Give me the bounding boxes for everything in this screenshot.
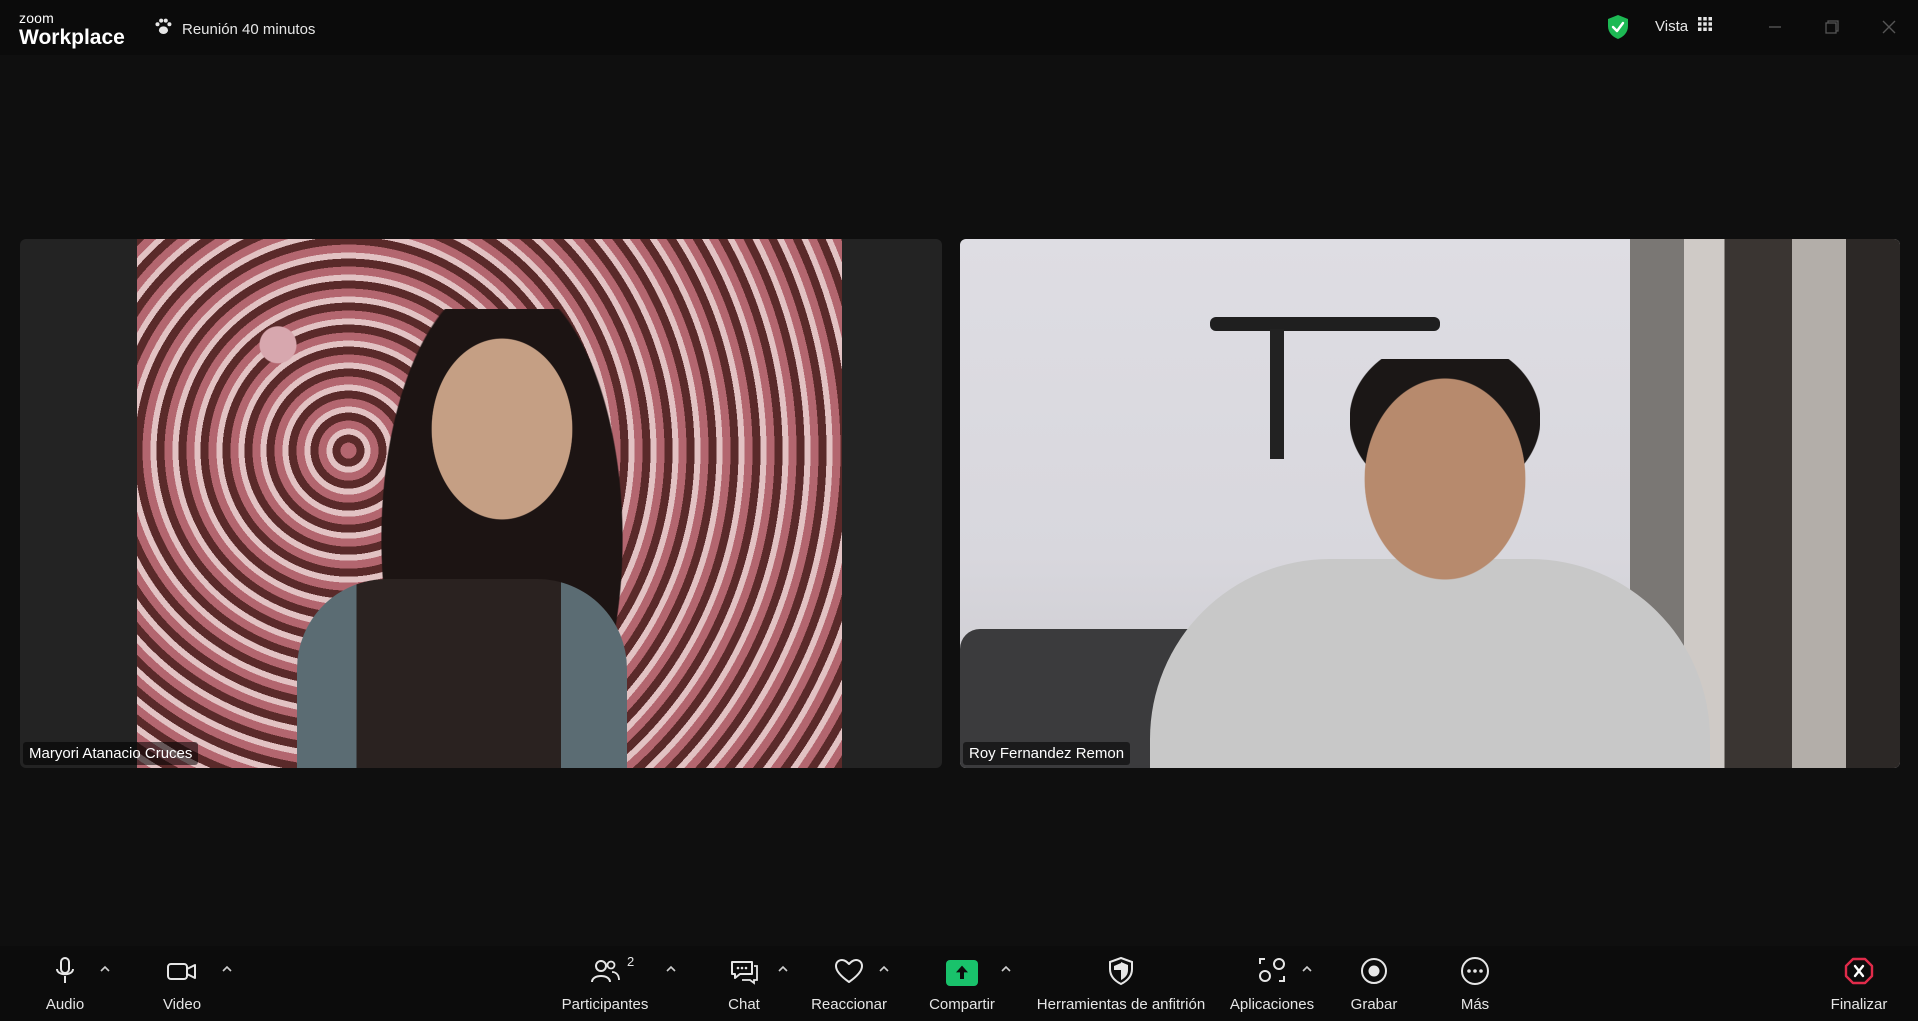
- camera-icon: [166, 956, 198, 991]
- brand-small: zoom: [19, 10, 55, 26]
- audio-options-chevron-up-icon[interactable]: [98, 962, 112, 976]
- chat-button[interactable]: Chat: [720, 946, 768, 1021]
- video-tile-1[interactable]: Maryori Atanacio Cruces: [20, 239, 942, 768]
- participants-label: Participantes: [561, 996, 649, 1013]
- participants-count: 2: [627, 954, 635, 969]
- participant-name-label: Maryori Atanacio Cruces: [23, 742, 199, 765]
- meeting-title: Reunión 40 minutos: [182, 20, 316, 38]
- background-rack: [1210, 317, 1440, 331]
- participants-options-chevron-up-icon[interactable]: [664, 962, 678, 976]
- video-button[interactable]: Video: [152, 946, 212, 1021]
- host-tools-button[interactable]: Herramientas de anfitrión: [1033, 946, 1209, 1021]
- security-shield-icon: [1105, 956, 1137, 991]
- record-icon: [1358, 956, 1390, 991]
- participant-figure: [1350, 359, 1540, 589]
- chat-label: Chat: [728, 996, 760, 1013]
- host-tools-label: Herramientas de anfitrión: [1036, 996, 1206, 1013]
- meeting-info[interactable]: Reunión 40 minutos: [152, 16, 315, 42]
- participant-video: [137, 239, 842, 768]
- chat-options-chevron-up-icon[interactable]: [776, 962, 790, 976]
- react-options-chevron-up-icon[interactable]: [877, 962, 891, 976]
- share-options-chevron-up-icon[interactable]: [999, 962, 1013, 976]
- react-button[interactable]: Reaccionar: [808, 946, 890, 1021]
- view-label: Vista: [1655, 17, 1689, 35]
- grid-icon: [1698, 17, 1713, 35]
- end-call-icon: [1843, 956, 1875, 991]
- share-label: Compartir: [929, 996, 995, 1013]
- meeting-toolbar: Audio Video 2 Participantes Chat Reaccio…: [0, 946, 1918, 1021]
- participants-icon: 2: [589, 954, 634, 991]
- participant-name-label: Roy Fernandez Remon: [963, 742, 1131, 765]
- participant-body: [1150, 559, 1710, 768]
- background-rack-post: [1270, 329, 1284, 459]
- participants-button[interactable]: 2 Participantes: [556, 946, 654, 1021]
- more-label: Más: [1460, 996, 1490, 1013]
- chat-icon: [728, 956, 760, 991]
- end-meeting-button[interactable]: Finalizar: [1826, 946, 1892, 1021]
- restore-icon[interactable]: [1819, 14, 1845, 40]
- heart-icon: [833, 956, 865, 991]
- record-button[interactable]: Grabar: [1348, 946, 1400, 1021]
- view-button[interactable]: Vista: [1655, 17, 1713, 35]
- apps-button[interactable]: Aplicaciones: [1227, 946, 1317, 1021]
- more-button[interactable]: Más: [1455, 946, 1495, 1021]
- react-label: Reaccionar: [811, 996, 887, 1013]
- video-label: Video: [162, 996, 202, 1013]
- close-icon[interactable]: [1876, 14, 1902, 40]
- zoom-workplace-logo: zoom Workplace: [19, 11, 125, 48]
- more-ellipsis-icon: [1459, 956, 1491, 991]
- minimize-icon[interactable]: [1762, 14, 1788, 40]
- apps-label: Aplicaciones: [1229, 996, 1315, 1013]
- apps-options-chevron-up-icon[interactable]: [1300, 962, 1314, 976]
- share-button[interactable]: Compartir: [922, 946, 1002, 1021]
- end-label: Finalizar: [1830, 996, 1888, 1013]
- video-tile-2[interactable]: Roy Fernandez Remon: [960, 239, 1900, 768]
- encryption-shield-icon[interactable]: [1606, 14, 1630, 40]
- title-bar: zoom Workplace Reunión 40 minutos Vista: [0, 0, 1918, 55]
- apps-icon: [1256, 956, 1288, 991]
- record-label: Grabar: [1350, 996, 1398, 1013]
- participant-video: [960, 239, 1900, 768]
- audio-label: Audio: [45, 996, 85, 1013]
- audio-button[interactable]: Audio: [36, 946, 94, 1021]
- microphone-icon: [49, 956, 81, 991]
- paw-icon: [152, 16, 174, 42]
- brand-large: Workplace: [19, 26, 125, 49]
- share-screen-icon: [946, 960, 978, 986]
- video-options-chevron-up-icon[interactable]: [220, 962, 234, 976]
- participant-body: [297, 579, 627, 768]
